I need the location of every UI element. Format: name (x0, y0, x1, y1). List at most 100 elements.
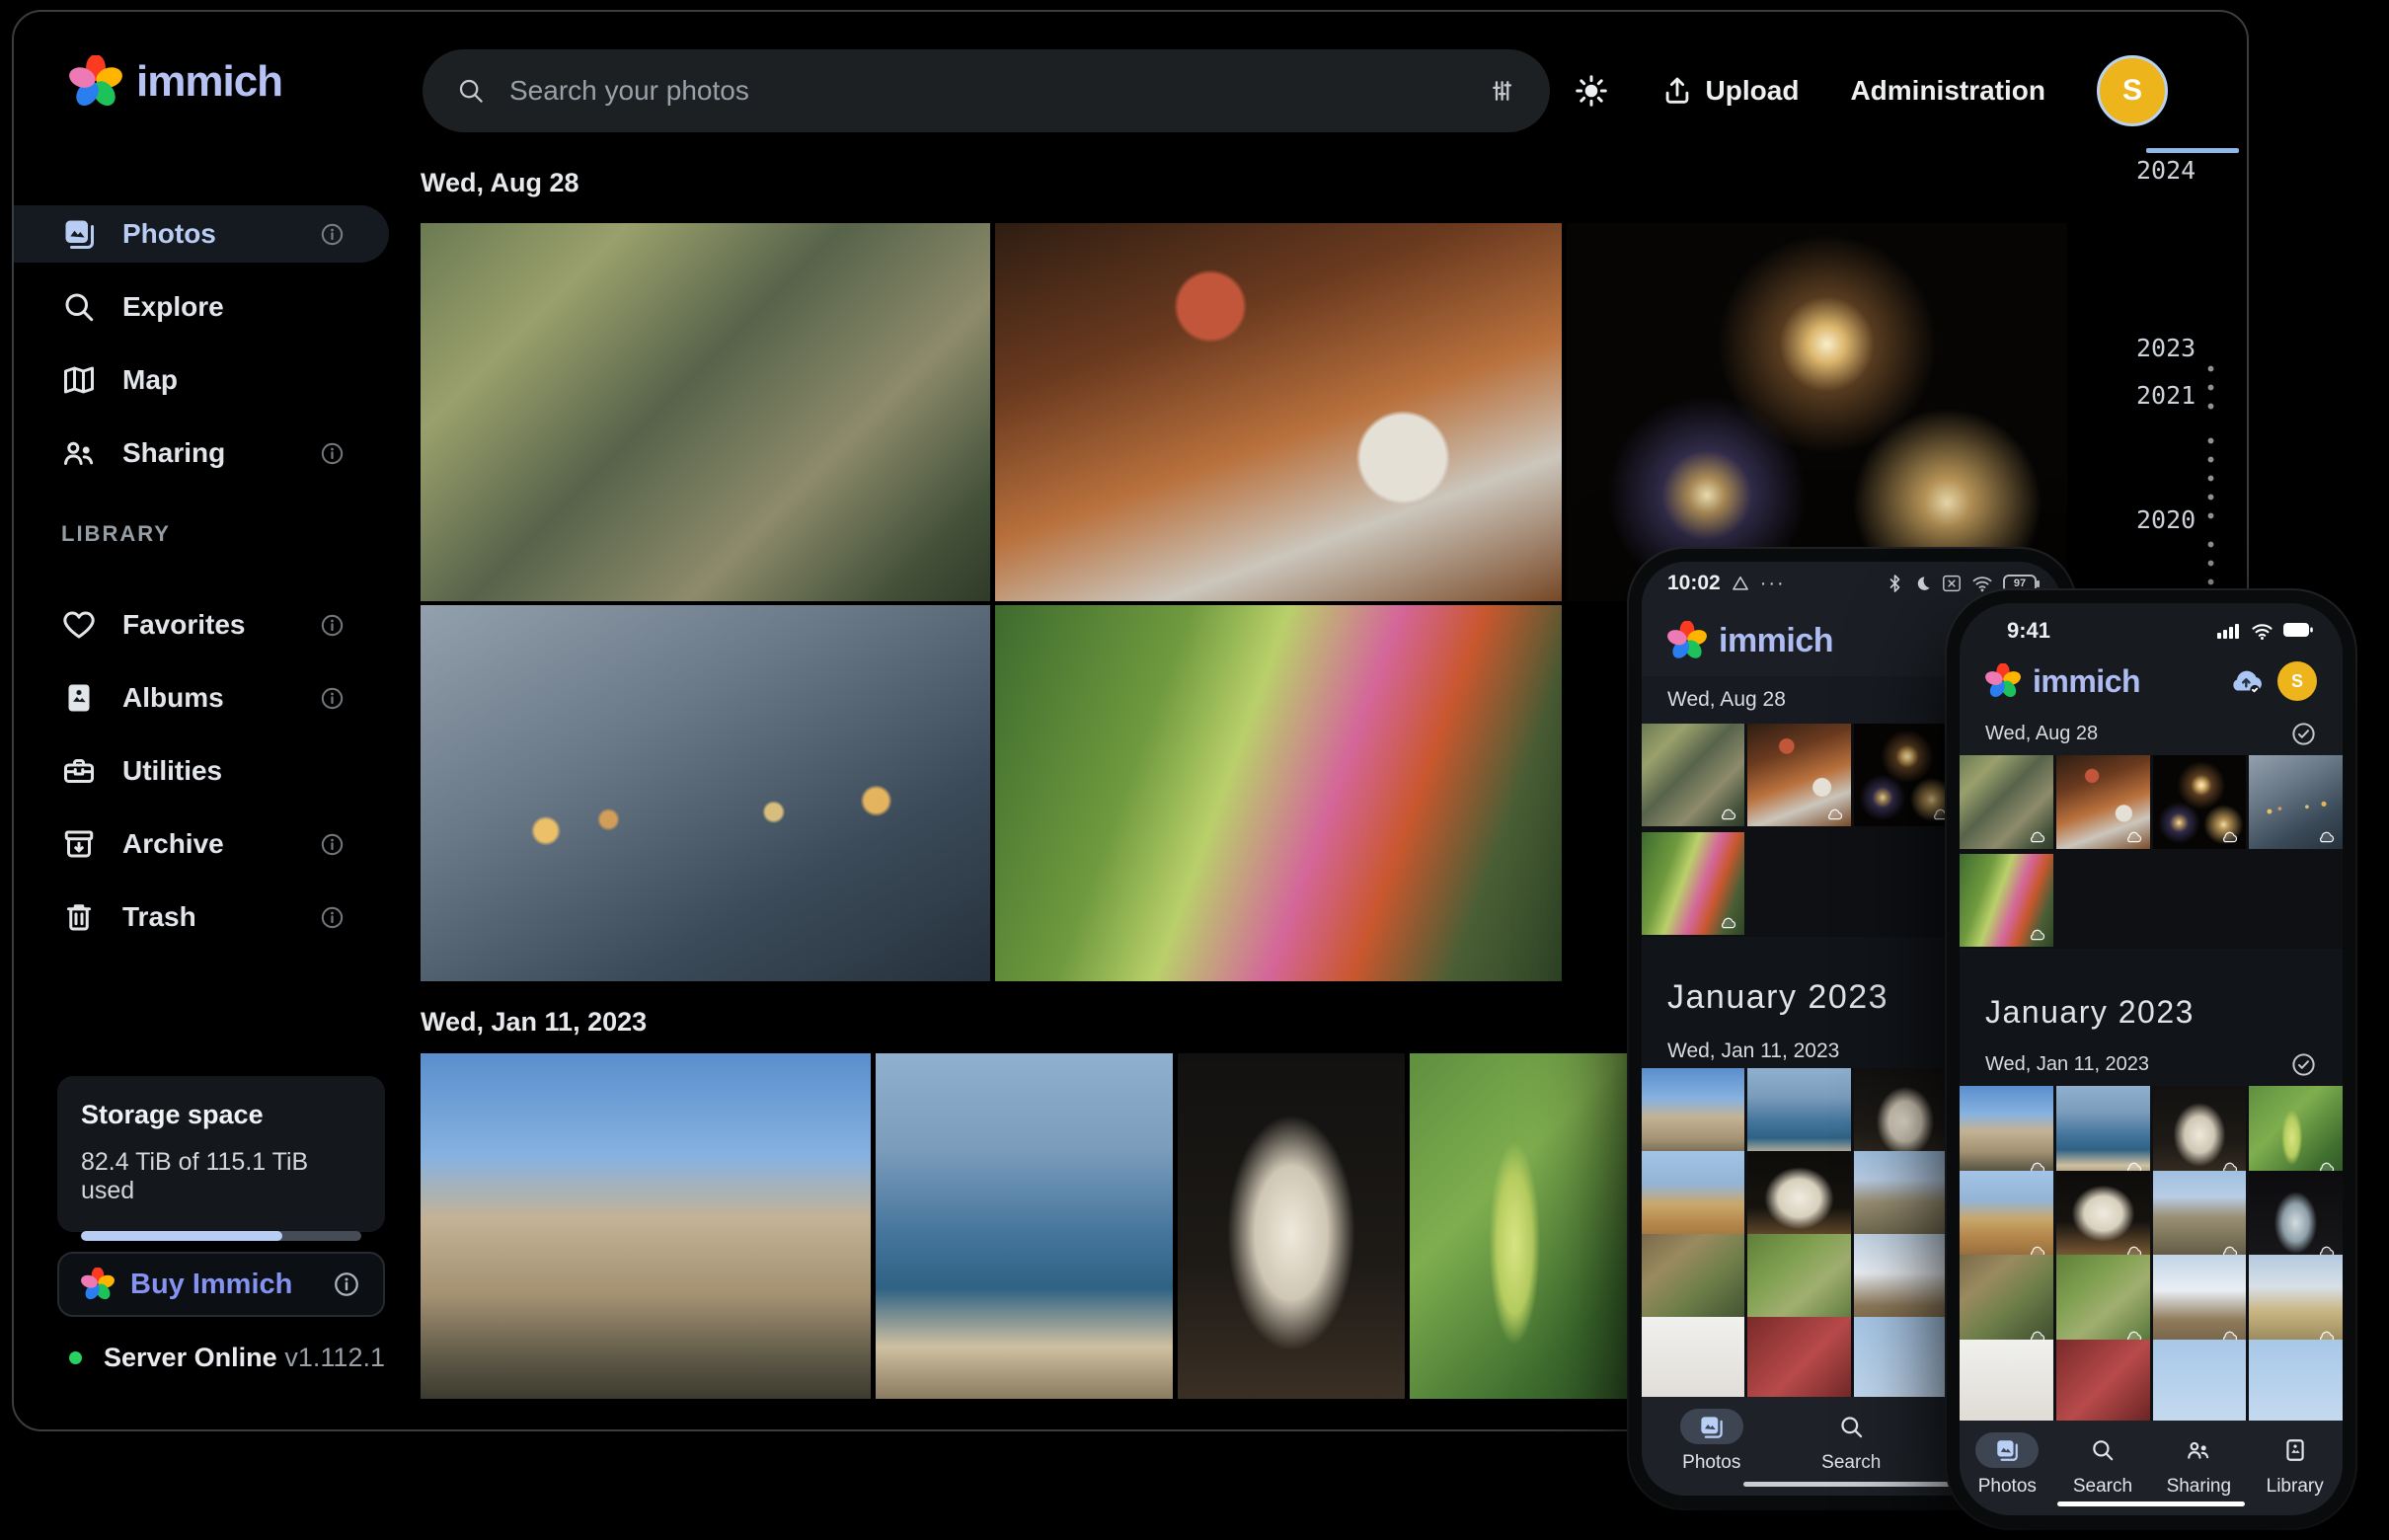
sidebar-item-sharing[interactable]: Sharing (14, 424, 389, 482)
search-bar[interactable] (423, 49, 1550, 132)
photo-seagrapes[interactable] (1410, 1053, 1638, 1399)
nav-item-search[interactable]: Search (2071, 1432, 2134, 1498)
sidebar-label: Map (122, 364, 178, 396)
photo-xmas-decor[interactable] (2249, 1171, 2343, 1265)
theme-sun-icon[interactable] (1574, 73, 1609, 109)
sidebar-label: Explore (122, 291, 224, 323)
timeline-year[interactable]: 2024 (2136, 156, 2205, 185)
photo-partial-white[interactable] (1960, 1340, 2053, 1422)
date-label: Wed, Jan 11, 2023 (1667, 1040, 1839, 1063)
photo-fortress[interactable] (1960, 1086, 2053, 1180)
nav-item-search[interactable]: Search (1819, 1409, 1883, 1474)
administration-link[interactable]: Administration (1850, 75, 2045, 107)
sidebar-item-explore[interactable]: Explore (14, 278, 389, 336)
photo-autumn-path[interactable] (1642, 832, 1744, 935)
timeline-year[interactable]: 2023 (2136, 334, 2205, 362)
map-icon (61, 362, 97, 398)
info-icon[interactable] (319, 904, 346, 931)
photo-bust2[interactable] (2056, 1171, 2150, 1265)
photos-icon (1994, 1437, 2020, 1463)
photo-church-winter[interactable] (2153, 1255, 2247, 1348)
search-icon (1838, 1414, 1865, 1440)
storage-progress-fill (81, 1231, 282, 1241)
timeline-tick-dots (2207, 359, 2214, 417)
archive-icon (61, 826, 97, 862)
cloud-backup-sync-icon[interactable] (2228, 666, 2266, 696)
photo-partial-white[interactable] (1642, 1317, 1744, 1397)
timeline-position-indicator[interactable] (2146, 148, 2239, 153)
photo-lizard-1[interactable] (1960, 1255, 2053, 1348)
photo-lizard-2[interactable] (2056, 1255, 2150, 1348)
user-avatar[interactable]: S (2097, 55, 2168, 126)
nav-item-photos[interactable]: Photos (1975, 1432, 2039, 1498)
photo-bust[interactable] (2153, 1086, 2247, 1180)
photo-ruins[interactable] (2153, 1171, 2247, 1265)
info-icon[interactable] (319, 440, 346, 467)
photos-icon (61, 216, 97, 252)
sidebar-item-archive[interactable]: Archive (14, 815, 389, 873)
buy-immich-button[interactable]: Buy Immich (57, 1252, 385, 1317)
nav-label: Photos (1978, 1476, 2037, 1498)
info-icon[interactable] (319, 831, 346, 858)
nav-item-photos[interactable]: Photos (1680, 1409, 1743, 1474)
info-icon[interactable] (319, 685, 346, 712)
select-check-circle-icon[interactable] (2290, 1051, 2317, 1078)
home-indicator[interactable] (1743, 1482, 1961, 1487)
server-status-row: Server Online v1.112.1 (69, 1343, 385, 1373)
user-avatar[interactable]: S (2277, 661, 2317, 701)
photo-hands[interactable] (2249, 755, 2343, 849)
photo-coastal[interactable] (2056, 1086, 2150, 1180)
photo-partial-sky[interactable] (2153, 1340, 2247, 1422)
photo-seagrapes[interactable] (2249, 1086, 2343, 1180)
timeline-year[interactable]: 2021 (2136, 381, 2205, 410)
app-logo[interactable]: immich (69, 55, 282, 109)
info-icon[interactable] (319, 612, 346, 639)
sidebar-item-favorites[interactable]: Favorites (14, 596, 389, 654)
photo-partial-red[interactable] (2056, 1340, 2150, 1422)
server-status-label: Server Online (104, 1343, 284, 1373)
photo-coastal[interactable] (876, 1053, 1173, 1399)
timeline-year[interactable]: 2020 (2136, 505, 2205, 534)
select-check-circle-icon[interactable] (2290, 721, 2317, 747)
photo-dinner[interactable] (2056, 755, 2150, 849)
photo-dinner[interactable] (995, 223, 1562, 601)
info-icon[interactable] (332, 1270, 361, 1299)
photo-hands[interactable] (421, 605, 990, 981)
photo-autumn-path[interactable] (1960, 854, 2053, 948)
photo-fireworks[interactable] (1854, 724, 1957, 826)
sidebar-item-map[interactable]: Map (14, 351, 389, 409)
app-logo-text: immich (2033, 663, 2216, 700)
photo-partial-red[interactable] (1747, 1317, 1850, 1397)
nav-item-library[interactable]: Library (2264, 1432, 2327, 1498)
photo-autumn-path[interactable] (995, 605, 1562, 981)
upload-icon (1660, 74, 1694, 108)
avatar-initial: S (2122, 74, 2142, 108)
photo-partial-sky-2[interactable] (2249, 1340, 2343, 1422)
filter-sliders-icon[interactable] (1487, 76, 1516, 106)
sidebar-item-albums[interactable]: Albums (14, 669, 389, 727)
photo-zoo[interactable] (1642, 724, 1744, 826)
home-indicator[interactable] (2057, 1502, 2245, 1506)
photo-bust[interactable] (1178, 1053, 1405, 1399)
upload-button[interactable]: Upload (1660, 74, 1800, 108)
photo-fireworks[interactable] (1567, 223, 2067, 601)
photo-zoo[interactable] (1960, 755, 2053, 849)
photo-fortress[interactable] (421, 1053, 871, 1399)
nav-item-sharing[interactable]: Sharing (2167, 1432, 2232, 1498)
photo-fireworks[interactable] (2153, 755, 2247, 849)
photo-beach-cliff[interactable] (1960, 1171, 2053, 1265)
sidebar-label: Sharing (122, 437, 225, 469)
photo-zoo[interactable] (421, 223, 990, 601)
search-input[interactable] (509, 75, 1463, 107)
cloud-backed-up-icon (1825, 808, 1844, 821)
active-nav-pill (1680, 1409, 1743, 1444)
photo-partial-sky[interactable] (1854, 1317, 1957, 1397)
info-icon[interactable] (319, 221, 346, 248)
sidebar-item-photos[interactable]: Photos (14, 205, 389, 263)
server-version: v1.112.1 (284, 1343, 385, 1373)
photo-dinner[interactable] (1747, 724, 1850, 826)
library-icon (2282, 1437, 2308, 1463)
sidebar-item-trash[interactable]: Trash (14, 888, 389, 946)
sidebar-item-utilities[interactable]: Utilities (14, 742, 389, 800)
photo-farmhouse[interactable] (2249, 1255, 2343, 1348)
